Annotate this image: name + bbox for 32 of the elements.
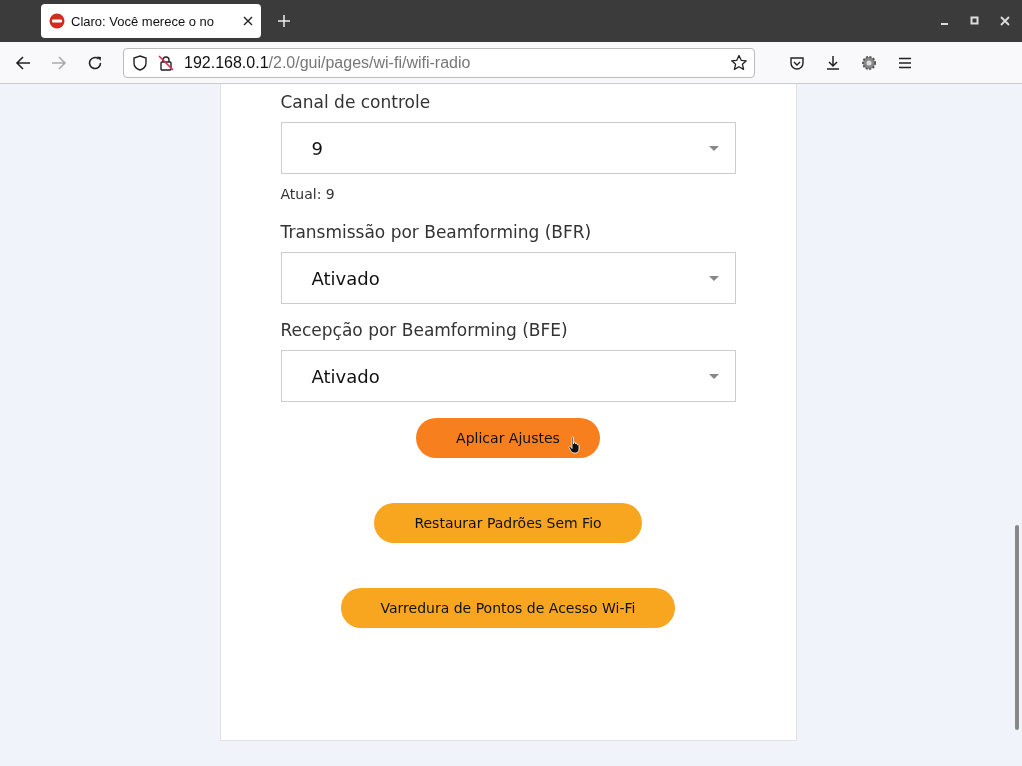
tab-title: Claro: Você merece o no — [71, 13, 216, 29]
action-button[interactable]: Aplicar Ajustes — [416, 418, 600, 458]
new-tab-icon[interactable] — [277, 14, 291, 28]
close-icon[interactable] — [243, 16, 253, 26]
action-button[interactable]: Varredura de Pontos de Acesso Wi-Fi — [340, 588, 676, 628]
current-value-note: Atual: 9 — [280, 186, 336, 202]
star-icon[interactable] — [730, 53, 748, 72]
url-host: 192.168.0.1 — [184, 53, 269, 71]
dropdown-field[interactable]: Ativado — [280, 350, 736, 402]
pocket-icon[interactable] — [789, 54, 805, 71]
back-arrow-icon[interactable] — [15, 54, 31, 71]
maximize-icon[interactable] — [970, 16, 980, 26]
dropdown-caret-icon — [708, 145, 719, 151]
hand-cursor-icon — [567, 436, 582, 454]
dropdown-caret-icon — [708, 373, 719, 379]
download-icon[interactable] — [825, 54, 841, 71]
scrollbar-thumb[interactable] — [1015, 525, 1019, 730]
url-path: /2.0/gui/pages/wi-fi/wifi-radio — [268, 53, 471, 71]
reload-icon[interactable] — [87, 54, 103, 71]
dropdown-caret-icon — [708, 275, 719, 281]
dropdown-field[interactable]: Ativado — [280, 252, 736, 304]
field-label: Recepção por Beamforming (BFE) — [280, 320, 569, 340]
gear-icon[interactable] — [861, 54, 877, 71]
browser-tab[interactable]: Claro: Você merece o no — [41, 4, 261, 38]
insecure-lock-icon[interactable] — [158, 54, 174, 71]
action-button[interactable]: Restaurar Padrões Sem Fio — [374, 503, 642, 543]
site-logo-icon — [49, 13, 65, 29]
dropdown-field[interactable]: 9 — [280, 122, 736, 174]
field-label: Transmissão por Beamforming (BFR) — [280, 222, 593, 242]
shield-icon[interactable] — [132, 54, 148, 71]
address-bar[interactable]: 192.168.0.1/2.0/gui/pages/wi-fi/wifi-radio — [123, 47, 755, 78]
field-label: Canal de controle — [280, 92, 432, 112]
